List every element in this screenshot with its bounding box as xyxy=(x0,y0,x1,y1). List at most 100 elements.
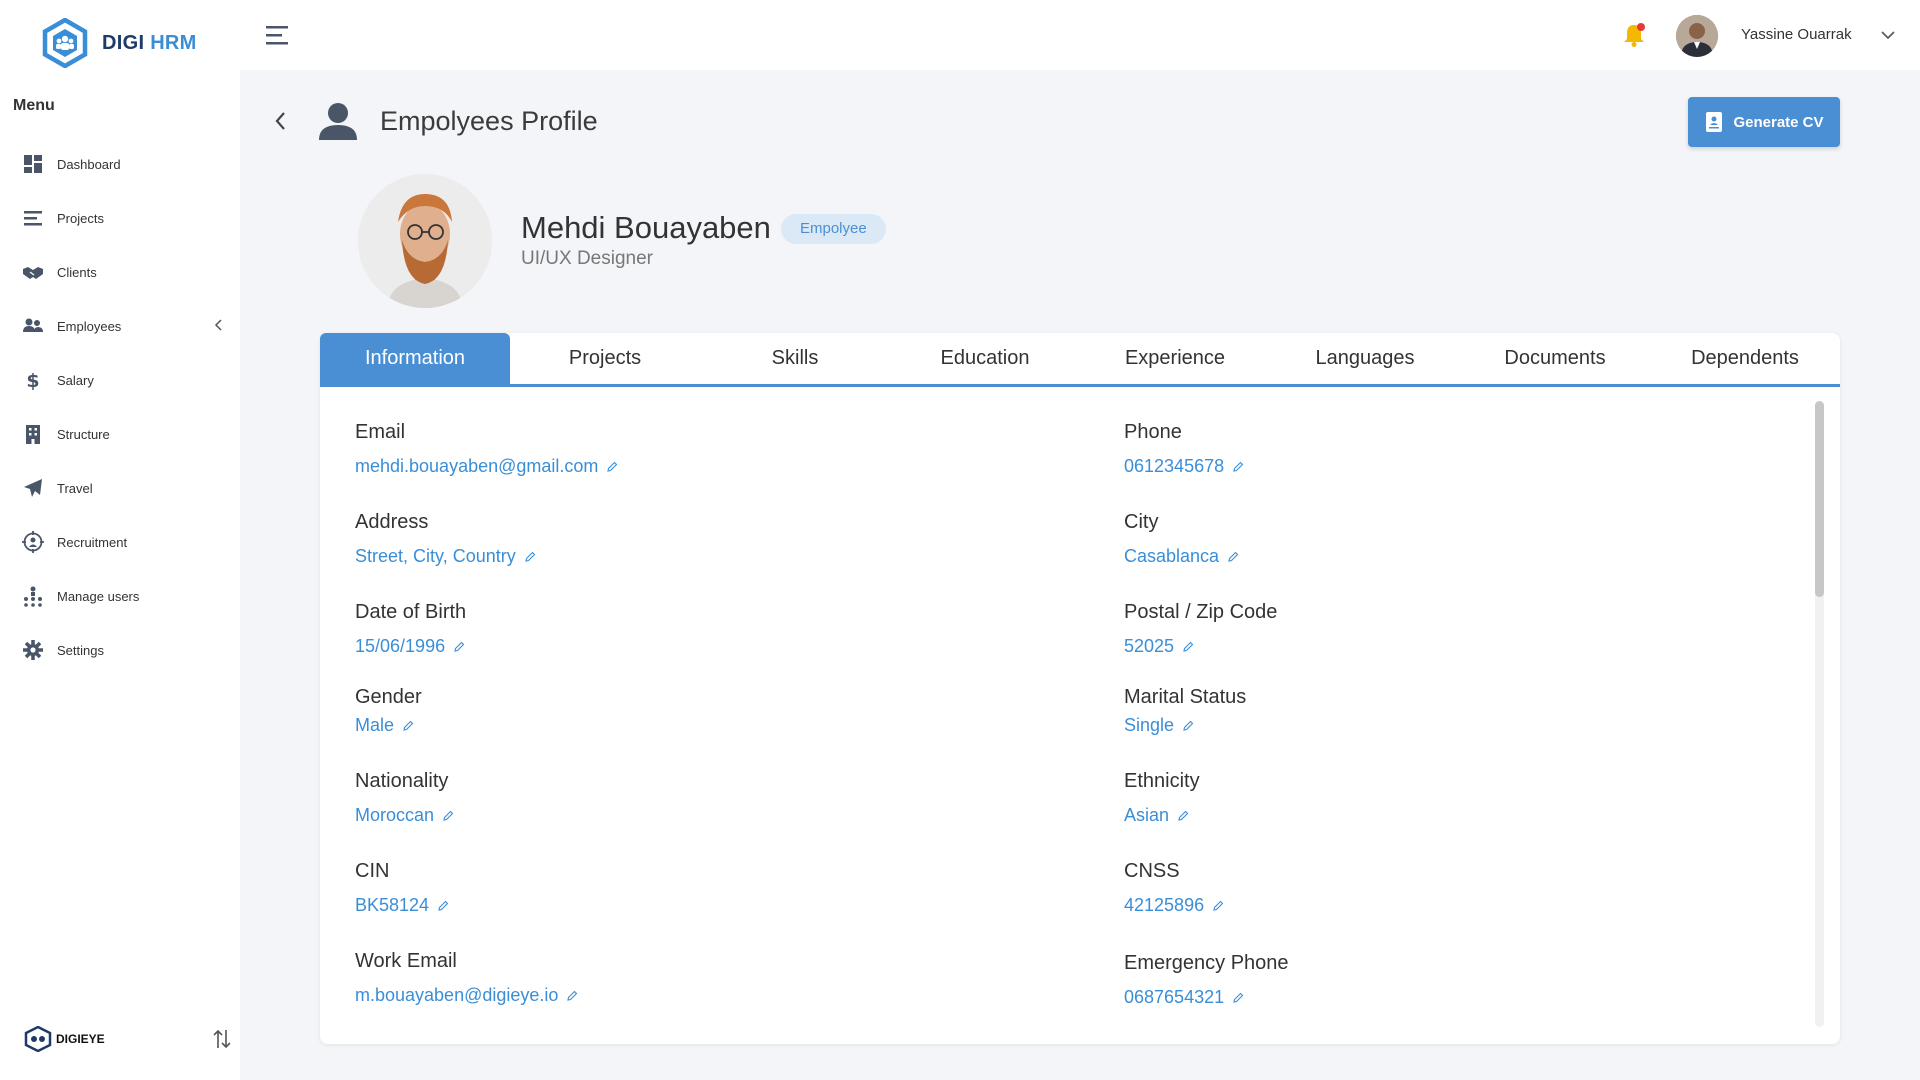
logo-hex-icon xyxy=(42,18,88,68)
edit-pencil-icon[interactable] xyxy=(1212,900,1224,912)
edit-pencil-icon[interactable] xyxy=(566,990,578,1002)
edit-pencil-icon[interactable] xyxy=(437,900,449,912)
scrollbar-thumb[interactable] xyxy=(1815,401,1824,597)
field-label: Gender xyxy=(355,686,422,708)
sidebar-item-label: Settings xyxy=(57,642,104,658)
field-value[interactable]: 42125896 xyxy=(1124,895,1224,916)
field-label: Emergency Phone xyxy=(1124,952,1289,974)
field-label: CIN xyxy=(355,860,390,882)
field-value[interactable]: 0687654321 xyxy=(1124,987,1289,1008)
scrollbar[interactable] xyxy=(1815,401,1824,1027)
tab-experience[interactable]: Experience xyxy=(1080,333,1270,384)
edit-pencil-icon[interactable] xyxy=(1182,641,1194,653)
edit-pencil-icon[interactable] xyxy=(442,810,454,822)
user-profile-icon xyxy=(319,103,357,140)
sidebar-item-manage-users[interactable]: Manage users xyxy=(0,569,240,623)
sidebar-item-employees[interactable]: Employees xyxy=(0,299,240,353)
edit-pencil-icon[interactable] xyxy=(1232,992,1244,1004)
field-city: City Casablanca xyxy=(1124,511,1239,567)
field-label: Ethnicity xyxy=(1124,770,1200,792)
field-gender: Gender Male xyxy=(355,686,422,736)
tab-documents[interactable]: Documents xyxy=(1460,333,1650,384)
field-value[interactable]: BK58124 xyxy=(355,895,449,916)
field-work-email: Work Email m.bouayaben@digieye.io xyxy=(355,950,578,1006)
document-icon xyxy=(1706,112,1723,132)
field-cnss: CNSS 42125896 xyxy=(1124,860,1224,916)
building-icon xyxy=(22,423,44,445)
field-ethnicity: Ethnicity Asian xyxy=(1124,770,1200,826)
field-value[interactable]: m.bouayaben@digieye.io xyxy=(355,985,578,1006)
org-chart-icon xyxy=(22,585,44,607)
field-value[interactable]: Street, City, Country xyxy=(355,546,536,567)
field-label: City xyxy=(1124,511,1159,533)
sidebar-item-dashboard[interactable]: Dashboard xyxy=(0,137,240,191)
sidebar-item-settings[interactable]: Settings xyxy=(0,623,240,677)
field-value[interactable]: Male xyxy=(355,715,422,736)
field-value[interactable]: mehdi.bouayaben@gmail.com xyxy=(355,456,618,477)
generate-cv-button[interactable]: Generate CV xyxy=(1688,97,1840,147)
sidebar-item-recruitment[interactable]: Recruitment xyxy=(0,515,240,569)
tab-languages[interactable]: Languages xyxy=(1270,333,1460,384)
footer-logo: DIGIEYE xyxy=(24,1026,105,1052)
dashboard-icon xyxy=(22,153,44,175)
target-icon xyxy=(22,531,44,553)
tab-information[interactable]: Information xyxy=(320,333,510,384)
edit-pencil-icon[interactable] xyxy=(1232,461,1244,473)
field-label: Phone xyxy=(1124,421,1182,443)
top-bar: Yassine Ouarrak xyxy=(240,0,1920,70)
chevron-down-icon[interactable] xyxy=(1880,28,1896,42)
tab-skills[interactable]: Skills xyxy=(700,333,890,384)
role-badge: Empolyee xyxy=(781,214,886,244)
tab-projects[interactable]: Projects xyxy=(510,333,700,384)
menu-toggle-icon[interactable] xyxy=(266,24,292,46)
generate-cv-label: Generate CV xyxy=(1733,113,1824,131)
tab-education[interactable]: Education xyxy=(890,333,1080,384)
field-phone: Phone 0612345678 xyxy=(1124,421,1244,477)
sort-icon[interactable] xyxy=(212,1028,232,1050)
field-value[interactable]: Single xyxy=(1124,715,1246,736)
field-value[interactable]: 52025 xyxy=(1124,636,1277,657)
user-avatar[interactable] xyxy=(1676,15,1718,57)
sidebar-item-travel[interactable]: Travel xyxy=(0,461,240,515)
field-value[interactable]: Casablanca xyxy=(1124,546,1239,567)
sidebar-item-label: Recruitment xyxy=(57,534,128,550)
edit-pencil-icon[interactable] xyxy=(1227,551,1239,563)
field-value[interactable]: Asian xyxy=(1124,805,1200,826)
notification-bell-icon[interactable] xyxy=(1622,22,1646,48)
sidebar-item-label: Salary xyxy=(57,372,94,388)
field-label: Marital Status xyxy=(1124,686,1247,708)
dollar-icon: $ xyxy=(22,369,44,391)
handshake-icon xyxy=(22,261,44,283)
field-cin: CIN BK58124 xyxy=(355,860,449,916)
tab-dependents[interactable]: Dependents xyxy=(1650,333,1840,384)
edit-pencil-icon[interactable] xyxy=(606,461,618,473)
edit-pencil-icon[interactable] xyxy=(1182,720,1194,732)
chevron-left-icon xyxy=(214,319,222,331)
field-label: Nationality xyxy=(355,770,449,792)
user-name[interactable]: Yassine Ouarrak xyxy=(1741,26,1852,43)
gear-icon xyxy=(22,639,44,661)
sidebar-item-projects[interactable]: Projects xyxy=(0,191,240,245)
field-value[interactable]: 15/06/1996 xyxy=(355,636,466,657)
sidebar-item-label: Projects xyxy=(57,210,104,226)
page-title: Empolyees Profile xyxy=(380,106,598,136)
edit-pencil-icon[interactable] xyxy=(453,641,465,653)
field-label: Work Email xyxy=(355,950,457,972)
edit-pencil-icon[interactable] xyxy=(524,551,536,563)
plane-icon xyxy=(22,477,44,499)
profile-card: Information Projects Skills Education Ex… xyxy=(320,333,1840,1044)
field-label: Date of Birth xyxy=(355,601,467,623)
field-date-of-birth: Date of Birth 15/06/1996 xyxy=(355,601,466,657)
field-value[interactable]: 0612345678 xyxy=(1124,456,1244,477)
sidebar-item-salary[interactable]: $ Salary xyxy=(0,353,240,407)
edit-pencil-icon[interactable] xyxy=(402,720,414,732)
sidebar-item-clients[interactable]: Clients xyxy=(0,245,240,299)
sidebar-item-structure[interactable]: Structure xyxy=(0,407,240,461)
field-label: Postal / Zip Code xyxy=(1124,601,1278,623)
field-value[interactable]: Moroccan xyxy=(355,805,454,826)
back-arrow-icon[interactable] xyxy=(272,110,290,132)
app-logo[interactable]: DIGI HRM xyxy=(40,18,197,68)
employee-name: Mehdi Bouayaben xyxy=(521,210,771,245)
edit-pencil-icon[interactable] xyxy=(1177,810,1189,822)
brand-name: DIGI HRM xyxy=(102,31,197,54)
